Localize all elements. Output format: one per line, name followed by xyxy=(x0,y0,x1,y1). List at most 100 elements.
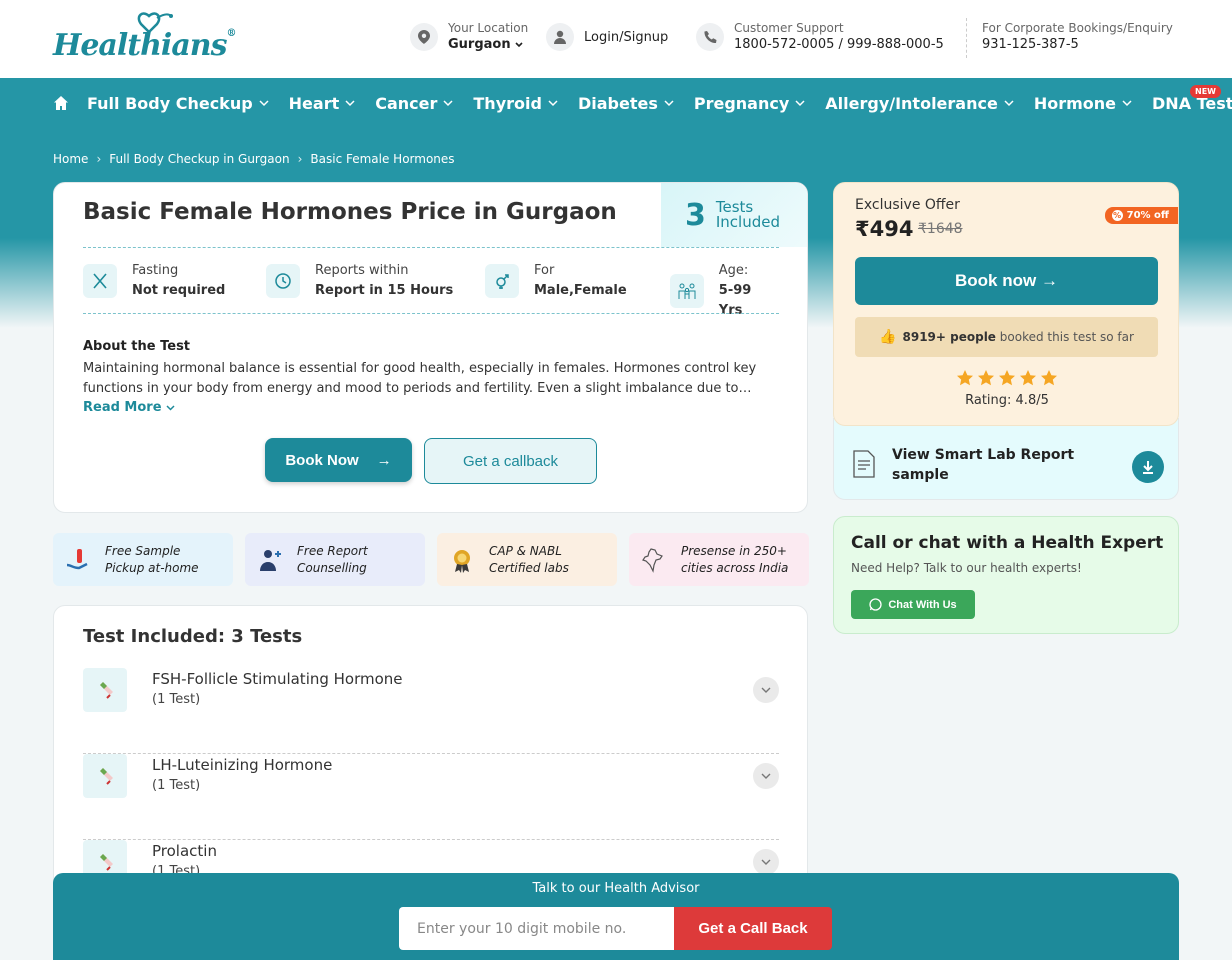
fact-value: Male,Female xyxy=(534,283,627,298)
login-signup-link[interactable]: Login/Signup xyxy=(584,30,668,45)
new-badge: NEW xyxy=(1190,84,1221,98)
table-row[interactable]: FSH-Follicle Stimulating Hormone (1 Test… xyxy=(83,668,779,754)
view-lab-report-link[interactable]: View Smart Lab Report sample xyxy=(892,445,1082,485)
login-signup[interactable]: Login/Signup xyxy=(546,23,668,51)
download-icon[interactable] xyxy=(1132,451,1164,483)
chevron-down-icon xyxy=(515,42,523,48)
customer-support[interactable]: Customer Support 1800-572-0005 / 999-888… xyxy=(696,20,944,54)
table-row[interactable]: LH-Luteinizing Hormone (1 Test) xyxy=(83,754,779,840)
healthians-logo[interactable]: Healthians® xyxy=(53,10,236,66)
tests-count: 3 xyxy=(685,197,706,233)
health-advisor-bar: Talk to our Health Advisor Get a Call Ba… xyxy=(53,873,1179,960)
nav-label: Allergy/Intolerance xyxy=(825,93,998,113)
get-call-back-button[interactable]: Get a Call Back xyxy=(674,907,832,950)
test-count: (1 Test) xyxy=(152,692,201,707)
percent-icon: % xyxy=(1111,210,1123,221)
tests-included-heading: Test Included: 3 Tests xyxy=(83,626,303,647)
read-more-link[interactable]: Read More xyxy=(83,400,175,415)
expert-subtext: Need Help? Talk to our health experts! xyxy=(851,561,1082,575)
fact-label: Reports within xyxy=(315,263,409,278)
chevron-down-icon xyxy=(795,100,805,107)
booked-text: booked this test so far xyxy=(999,330,1134,344)
divider xyxy=(83,313,779,314)
original-price: ₹1648 xyxy=(918,221,963,237)
support-numbers[interactable]: 1800-572-0005 / 999-888-000-5 xyxy=(734,36,944,54)
health-expert-card: Call or chat with a Health Expert Need H… xyxy=(833,516,1179,634)
book-now-button[interactable]: Book Now → xyxy=(265,438,412,482)
nav-pregnancy[interactable]: Pregnancy xyxy=(694,94,805,113)
test-details-card: Basic Female Hormones Price in Gurgaon 3… xyxy=(53,182,808,513)
location-city: Gurgaon xyxy=(448,37,511,52)
fact-reports: Reports within Report in 15 Hours xyxy=(266,261,453,301)
nav-label: Full Body Checkup xyxy=(87,93,253,113)
chevron-down-icon xyxy=(664,100,674,107)
get-callback-button[interactable]: Get a callback xyxy=(424,438,597,484)
test-count: (1 Test) xyxy=(152,778,201,793)
chevron-down-icon[interactable] xyxy=(753,849,779,875)
chat-with-us-button[interactable]: Chat With Us xyxy=(851,590,975,619)
nav-heart[interactable]: Heart xyxy=(289,94,356,113)
fact-age: Age: 5-99 Yrs xyxy=(670,261,779,321)
test-name: LH-Luteinizing Hormone xyxy=(152,756,333,774)
feature-text: Free Report xyxy=(297,543,368,558)
nav-label: Diabetes xyxy=(577,93,658,113)
nav-allergy-intolerance[interactable]: Allergy/Intolerance xyxy=(825,94,1014,113)
location-label: Your Location xyxy=(448,21,529,35)
gender-icon xyxy=(485,264,519,298)
chevron-down-icon[interactable] xyxy=(753,763,779,789)
nav-label: Heart xyxy=(288,93,340,113)
nav-thyroid[interactable]: Thyroid xyxy=(473,94,558,113)
feature-text: cities across India xyxy=(681,560,789,575)
chevron-down-icon[interactable] xyxy=(753,677,779,703)
booked-count: 8919+ people xyxy=(902,330,996,344)
india-map-icon xyxy=(639,545,669,575)
offer-price: ₹494 xyxy=(855,217,914,241)
nav-full-body-checkup[interactable]: Full Body Checkup xyxy=(87,94,269,113)
nav-hormone[interactable]: Hormone xyxy=(1034,94,1132,113)
about-heading: About the Test xyxy=(83,339,191,354)
home-icon[interactable] xyxy=(53,92,69,114)
breadcrumb-current: Basic Female Hormones xyxy=(310,152,455,166)
book-now-offer-button[interactable]: Book now → xyxy=(855,257,1158,305)
feature-free-pickup: Free Sample Pickup at-home xyxy=(53,533,233,586)
book-now-label: Book Now xyxy=(285,451,359,469)
star-icon xyxy=(957,370,973,386)
chevron-down-icon xyxy=(166,404,175,411)
test-tube-icon xyxy=(83,754,127,798)
breadcrumb-home[interactable]: Home xyxy=(53,152,88,166)
location-selector[interactable]: Your Location Gurgaon xyxy=(410,20,528,54)
chevron-down-icon xyxy=(345,100,355,107)
fork-knife-icon xyxy=(83,264,117,298)
star-icon xyxy=(1041,370,1057,386)
feature-presence-cities: Presense in 250+ cities across India xyxy=(629,533,809,586)
smart-lab-report-card[interactable]: View Smart Lab Report sample xyxy=(833,418,1179,500)
fact-gender: For Male,Female xyxy=(485,261,627,301)
nav-dna-test[interactable]: NEW DNA Test xyxy=(1152,84,1232,113)
logo-registered-mark: ® xyxy=(226,28,236,39)
rating-text: Rating: 4.8/5 xyxy=(965,393,1049,408)
chevron-down-icon xyxy=(548,100,558,107)
included-label: Included xyxy=(715,213,780,231)
whatsapp-icon xyxy=(869,598,882,611)
nav-cancer[interactable]: Cancer xyxy=(375,94,453,113)
site-header: Healthians® Your Location Gurgaon Login/… xyxy=(0,0,1232,78)
mobile-number-input[interactable] xyxy=(399,907,674,950)
fact-label: Fasting xyxy=(132,263,179,278)
chat-label: Chat With Us xyxy=(888,598,957,611)
fact-value: 5-99 Yrs xyxy=(718,283,752,318)
nav-label: Hormone xyxy=(1033,93,1117,113)
nav-label: Pregnancy xyxy=(693,93,790,113)
chevron-down-icon xyxy=(1004,100,1014,107)
breadcrumb-category[interactable]: Full Body Checkup in Gurgaon xyxy=(109,152,289,166)
corporate-label: For Corporate Bookings/Enquiry xyxy=(982,21,1173,35)
nav-diabetes[interactable]: Diabetes xyxy=(578,94,674,113)
corporate-number[interactable]: 931-125-387-5 xyxy=(982,36,1173,54)
booked-count-banner: 👍 8919+ people booked this test so far xyxy=(855,317,1158,357)
thumbs-up-icon: 👍 xyxy=(879,329,897,345)
location-value[interactable]: Gurgaon xyxy=(448,36,528,54)
feature-certified-labs: CAP & NABL Certified labs xyxy=(437,533,617,586)
chevron-down-icon xyxy=(1122,100,1132,107)
advisor-heading: Talk to our Health Advisor xyxy=(532,881,700,896)
feature-text: Pickup at-home xyxy=(105,560,199,575)
corporate-enquiry[interactable]: For Corporate Bookings/Enquiry 931-125-3… xyxy=(982,20,1173,54)
